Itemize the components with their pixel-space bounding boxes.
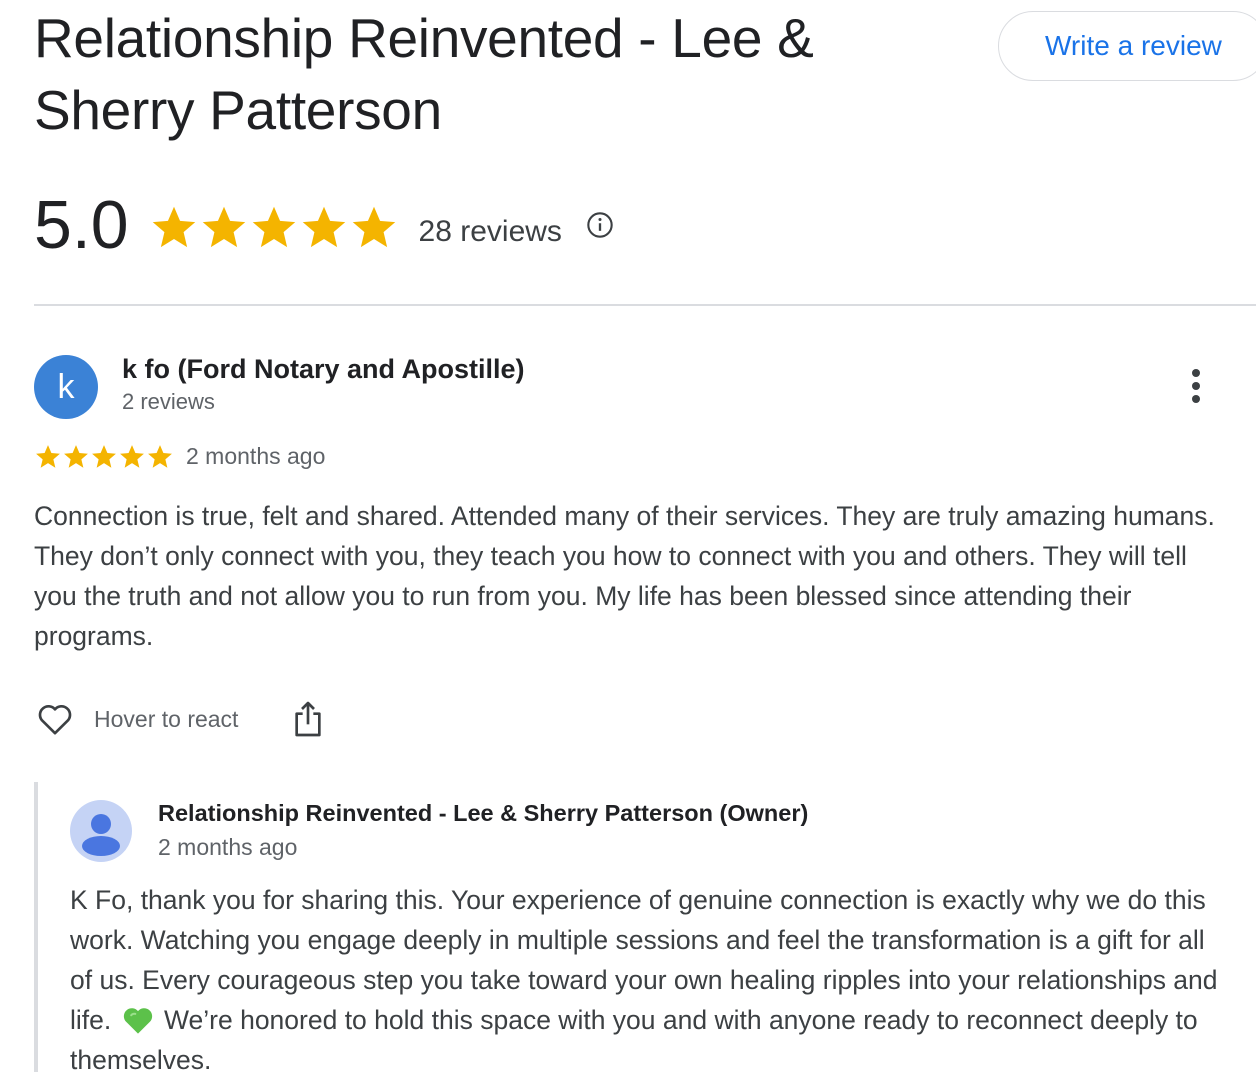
write-review-button[interactable]: Write a review xyxy=(998,11,1256,81)
owner-reply-text-part2: We’re honored to hold this space with yo… xyxy=(70,1005,1198,1075)
rating-stars xyxy=(149,203,399,253)
star-icon xyxy=(302,206,345,248)
review-stars xyxy=(34,443,174,471)
owner-reply-text: K Fo, thank you for sharing this. Your e… xyxy=(70,880,1220,1080)
review-actions: Hover to react xyxy=(34,697,324,741)
star-icon xyxy=(152,206,195,248)
owner-name: Relationship Reinvented - Lee & Sherry P… xyxy=(158,800,809,826)
reviewer-review-count: 2 reviews xyxy=(122,389,215,414)
rating-summary: 5.0 28 reviews xyxy=(34,180,614,270)
star-icon xyxy=(202,206,245,248)
more-vert-icon[interactable] xyxy=(1180,366,1212,406)
star-icon xyxy=(252,206,295,248)
person-avatar-icon xyxy=(70,800,132,862)
page-title: Relationship Reinvented - Lee & Sherry P… xyxy=(34,7,814,141)
star-icon xyxy=(352,206,395,248)
star-icon xyxy=(148,445,172,468)
reviewer-avatar[interactable]: k xyxy=(34,355,98,419)
rating-value: 5.0 xyxy=(34,187,129,263)
star-icon xyxy=(92,445,116,468)
green-heart-icon xyxy=(123,1008,152,1034)
share-icon[interactable] xyxy=(292,699,324,739)
owner-reply-bar xyxy=(34,782,38,1072)
star-icon xyxy=(64,445,88,468)
info-icon[interactable] xyxy=(586,211,614,239)
owner-reply-date: 2 months ago xyxy=(158,834,298,860)
star-icon xyxy=(36,445,60,468)
star-icon xyxy=(120,445,144,468)
react-label[interactable]: Hover to react xyxy=(94,706,238,733)
review-count-link[interactable]: 28 reviews xyxy=(419,215,562,249)
review-date: 2 months ago xyxy=(186,443,326,469)
reviewer-name[interactable]: k fo (Ford Notary and Apostille) xyxy=(122,354,525,385)
heart-outline-icon[interactable] xyxy=(34,699,76,739)
review-text: Connection is true, felt and shared. Att… xyxy=(34,501,1215,651)
divider xyxy=(34,304,1256,306)
